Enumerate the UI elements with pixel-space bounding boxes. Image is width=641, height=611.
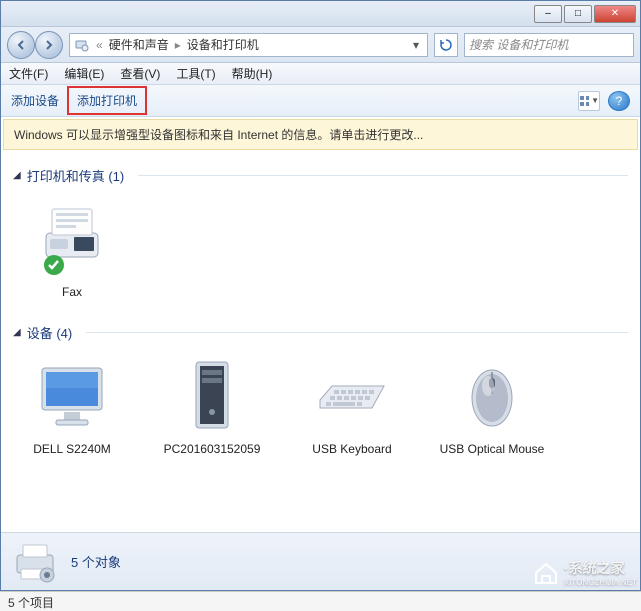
printer-icon xyxy=(11,541,59,583)
content-area: ◢ 打印机和传真 (1) xyxy=(1,152,640,532)
chevron-down-icon: ▼ xyxy=(591,96,599,105)
arrow-left-icon xyxy=(15,39,27,51)
details-count: 5 个对象 xyxy=(71,552,121,571)
toolbar: 添加设备 添加打印机 ▼ ? xyxy=(1,85,640,117)
menu-edit[interactable]: 编辑(E) xyxy=(64,65,104,82)
item-count: 5 个项目 xyxy=(8,596,54,610)
group-printers-header[interactable]: ◢ 打印机和传真 (1) xyxy=(13,166,628,185)
device-keyboard[interactable]: USB Keyboard xyxy=(297,356,407,456)
menu-bar: 文件(F) 编辑(E) 查看(V) 工具(T) 帮助(H) xyxy=(1,63,640,85)
group-devices-header[interactable]: ◢ 设备 (4) xyxy=(13,323,628,342)
explorer-status-bar: 5 个项目 xyxy=(0,591,641,611)
keyboard-icon xyxy=(312,356,392,436)
titlebar: – □ ✕ xyxy=(1,1,640,27)
refresh-icon xyxy=(439,38,453,52)
collapse-icon: ◢ xyxy=(13,170,21,181)
address-bar[interactable]: « 硬件和声音 ▸ 设备和打印机 ▾ xyxy=(69,33,428,57)
device-label: PC201603152059 xyxy=(157,442,267,456)
back-button[interactable] xyxy=(7,31,35,59)
device-fax[interactable]: Fax xyxy=(17,199,127,299)
view-icon xyxy=(579,95,589,107)
group-devices-title: 设备 (4) xyxy=(27,323,73,342)
device-monitor[interactable]: DELL S2240M xyxy=(17,356,127,456)
details-thumbnail xyxy=(11,541,59,583)
device-mouse[interactable]: USB Optical Mouse xyxy=(437,356,547,456)
add-device-button[interactable]: 添加设备 xyxy=(11,92,59,109)
breadcrumb-separator: ▸ xyxy=(175,38,181,52)
device-pc[interactable]: PC201603152059 xyxy=(157,356,267,456)
menu-help[interactable]: 帮助(H) xyxy=(232,65,273,82)
address-dropdown[interactable]: ▾ xyxy=(409,38,423,52)
breadcrumb-parent[interactable]: 硬件和声音 xyxy=(109,36,169,53)
device-label: USB Optical Mouse xyxy=(437,442,547,456)
navigation-bar: « 硬件和声音 ▸ 设备和打印机 ▾ 搜索 设备和打印机 xyxy=(1,27,640,63)
device-label: USB Keyboard xyxy=(297,442,407,456)
pc-tower-icon xyxy=(172,356,252,436)
add-printer-button[interactable]: 添加打印机 xyxy=(67,86,147,115)
collapse-icon: ◢ xyxy=(13,327,21,338)
info-text: Windows 可以显示增强型设备图标和来自 Internet 的信息。请单击进… xyxy=(14,128,423,142)
search-placeholder: 搜索 设备和打印机 xyxy=(469,36,568,53)
menu-file[interactable]: 文件(F) xyxy=(9,65,48,82)
monitor-icon xyxy=(32,356,112,436)
divider xyxy=(138,175,628,176)
breadcrumb-current[interactable]: 设备和打印机 xyxy=(187,36,259,53)
view-options-button[interactable]: ▼ xyxy=(578,91,600,111)
arrow-right-icon xyxy=(43,39,55,51)
group-printers-title: 打印机和传真 (1) xyxy=(27,166,125,185)
minimize-button[interactable]: – xyxy=(534,5,562,23)
device-label: Fax xyxy=(17,285,127,299)
maximize-button[interactable]: □ xyxy=(564,5,592,23)
device-label: DELL S2240M xyxy=(17,442,127,456)
close-button[interactable]: ✕ xyxy=(594,5,636,23)
forward-button[interactable] xyxy=(35,31,63,59)
divider xyxy=(86,332,628,333)
devices-icon xyxy=(74,37,90,53)
menu-tools[interactable]: 工具(T) xyxy=(176,65,215,82)
search-input[interactable]: 搜索 设备和打印机 xyxy=(464,33,634,57)
breadcrumb-separator: « xyxy=(96,38,103,52)
info-bar[interactable]: Windows 可以显示增强型设备图标和来自 Internet 的信息。请单击进… xyxy=(3,119,638,150)
mouse-icon xyxy=(452,356,532,436)
fax-icon xyxy=(32,199,112,279)
help-button[interactable]: ? xyxy=(608,91,630,111)
details-pane: 5 个对象 xyxy=(1,532,640,590)
refresh-button[interactable] xyxy=(434,33,458,57)
menu-view[interactable]: 查看(V) xyxy=(120,65,160,82)
